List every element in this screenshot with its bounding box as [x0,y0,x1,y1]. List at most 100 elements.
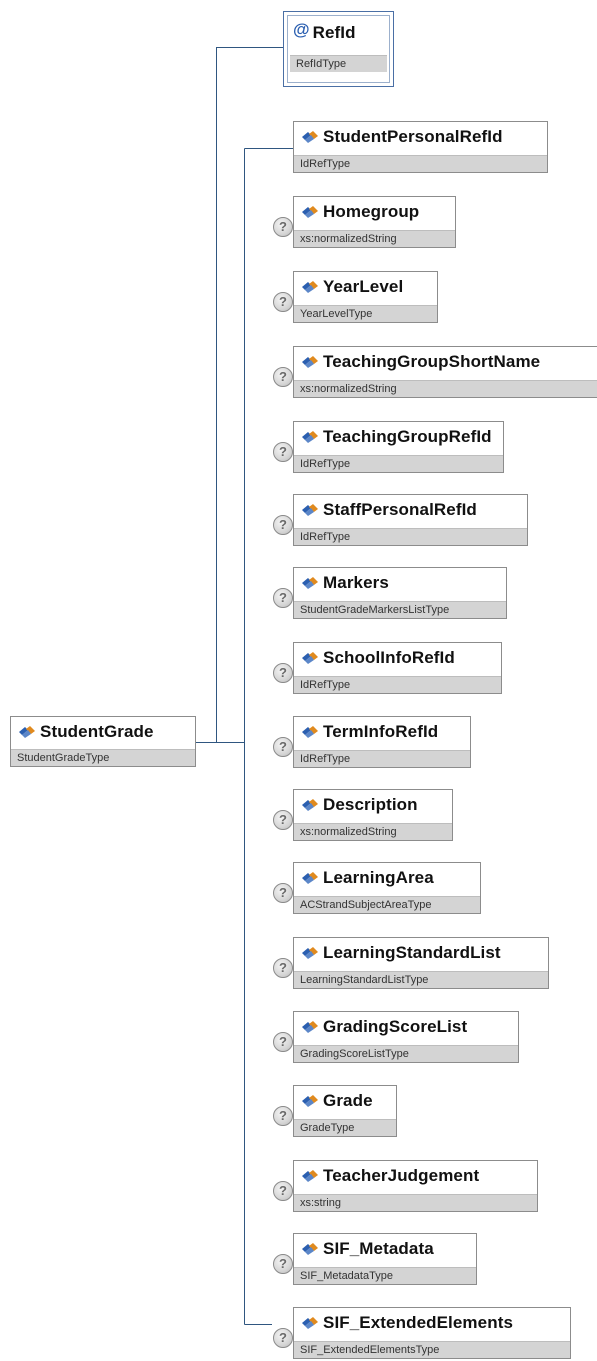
element-gradingscorelist-box[interactable]: GradingScoreList GradingScoreListType [293,1011,519,1063]
element-header: Description [294,790,452,819]
element-icon [19,725,35,738]
element-sif-extendedelements-box[interactable]: SIF_ExtendedElements SIF_ExtendedElements… [293,1307,571,1359]
optional-marker-icon: ? [273,442,293,462]
element-name: Markers [323,572,389,592]
element-header: LearningArea [294,863,480,892]
element-name: TeachingGroupRefId [323,426,492,446]
element-type: YearLevelType [294,305,437,322]
element-icon [302,798,318,811]
root-connector [196,47,283,743]
optional-marker-icon: ? [273,588,293,608]
element-header: GradingScoreList [294,1012,518,1041]
optional-marker-icon: ? [273,883,293,903]
root-element-box[interactable]: StudentGrade StudentGradeType [10,716,196,767]
element-type: IdRefType [294,528,527,545]
optional-marker-icon: ? [273,217,293,237]
element-learningstandardlist-box[interactable]: LearningStandardList LearningStandardList… [293,937,549,989]
element-markers-box[interactable]: Markers StudentGradeMarkersListType [293,567,507,619]
element-type: IdRefType [294,455,503,472]
element-icon [302,1242,318,1255]
element-homegroup-box[interactable]: Homegroup xs:normalizedString [293,196,456,248]
element-name: TeacherJudgement [323,1165,480,1185]
element-name: StaffPersonalRefId [323,499,477,519]
element-name: GradingScoreList [323,1016,468,1036]
element-type: StudentGradeMarkersListType [294,601,506,618]
element-schoolinforefid-box[interactable]: SchoolInfoRefId IdRefType [293,642,502,694]
element-icon [302,1020,318,1033]
element-type: GradingScoreListType [294,1045,518,1062]
element-icon [302,946,318,959]
optional-marker-icon: ? [273,515,293,535]
optional-marker-icon: ? [273,1328,293,1348]
element-type: IdRefType [294,676,501,693]
attribute-name: RefId [312,23,356,42]
optional-marker-icon: ? [273,1254,293,1274]
root-element-header: StudentGrade [11,717,195,746]
optional-marker-icon: ? [273,1032,293,1052]
element-icon [302,651,318,664]
element-name: TeachingGroupShortName [323,351,541,371]
element-header: TeachingGroupRefId [294,422,503,451]
element-header: Grade [294,1086,396,1115]
element-header: TermInfoRefId [294,717,470,746]
element-header: Markers [294,568,506,597]
element-name: Description [323,794,418,814]
element-studentpersonalrefid-box[interactable]: StudentPersonalRefId IdRefType [293,121,548,173]
schema-diagram: @ RefId RefIdType StudentGrade StudentGr… [0,0,597,1361]
element-header: LearningStandardList [294,938,548,967]
attribute-type: RefIdType [290,55,387,72]
element-name: StudentPersonalRefId [323,126,503,146]
element-icon [302,130,318,143]
element-icon [302,576,318,589]
element-header: StudentPersonalRefId [294,122,547,151]
element-teachinggrouprefid-box[interactable]: TeachingGroupRefId IdRefType [293,421,504,473]
element-grade-box[interactable]: Grade GradeType [293,1085,397,1137]
element-header: YearLevel [294,272,437,301]
element-icon [302,430,318,443]
element-type: IdRefType [294,750,470,767]
optional-marker-icon: ? [273,737,293,757]
element-name: LearningArea [323,867,434,887]
element-header: SIF_ExtendedElements [294,1308,570,1337]
element-header: Homegroup [294,197,455,226]
optional-marker-icon: ? [273,663,293,683]
element-header: SIF_Metadata [294,1234,476,1263]
optional-marker-icon: ? [273,810,293,830]
element-type: ACStrandSubjectAreaType [294,896,480,913]
element-type: GradeType [294,1119,396,1136]
optional-marker-icon: ? [273,1106,293,1126]
element-teachinggroupshortname-box[interactable]: TeachingGroupShortName xs:normalizedStrin… [293,346,597,398]
optional-marker-icon: ? [273,1181,293,1201]
element-header: StaffPersonalRefId [294,495,527,524]
element-type: IdRefType [294,155,547,172]
optional-marker-icon: ? [273,292,293,312]
element-icon [302,1094,318,1107]
element-name: Homegroup [323,201,420,221]
element-description-box[interactable]: Description xs:normalizedString [293,789,453,841]
attribute-header: @ RefId [284,18,393,48]
element-name: YearLevel [323,276,404,296]
element-type: SIF_MetadataType [294,1267,476,1284]
element-icon [302,355,318,368]
element-icon [302,871,318,884]
element-name: LearningStandardList [323,942,501,962]
root-element-type: StudentGradeType [11,749,195,766]
element-icon [302,280,318,293]
element-teacherjudgement-box[interactable]: TeacherJudgement xs:string [293,1160,538,1212]
element-icon [302,205,318,218]
element-yearlevel-box[interactable]: YearLevel YearLevelType [293,271,438,323]
element-header: SchoolInfoRefId [294,643,501,672]
element-type: xs:normalizedString [294,823,452,840]
element-type: xs:string [294,1194,537,1211]
element-type: xs:normalizedString [294,380,597,397]
element-icon [302,725,318,738]
element-name: SIF_Metadata [323,1238,434,1258]
element-sif-metadata-box[interactable]: SIF_Metadata SIF_MetadataType [293,1233,477,1285]
element-staffpersonalrefid-box[interactable]: StaffPersonalRefId IdRefType [293,494,528,546]
element-learningarea-box[interactable]: LearningArea ACStrandSubjectAreaType [293,862,481,914]
optional-marker-icon: ? [273,367,293,387]
attribute-at-icon: @ [293,20,310,39]
element-terminforefid-box[interactable]: TermInfoRefId IdRefType [293,716,471,768]
attribute-refid-box[interactable]: @ RefId RefIdType [283,11,394,87]
element-icon [302,1169,318,1182]
